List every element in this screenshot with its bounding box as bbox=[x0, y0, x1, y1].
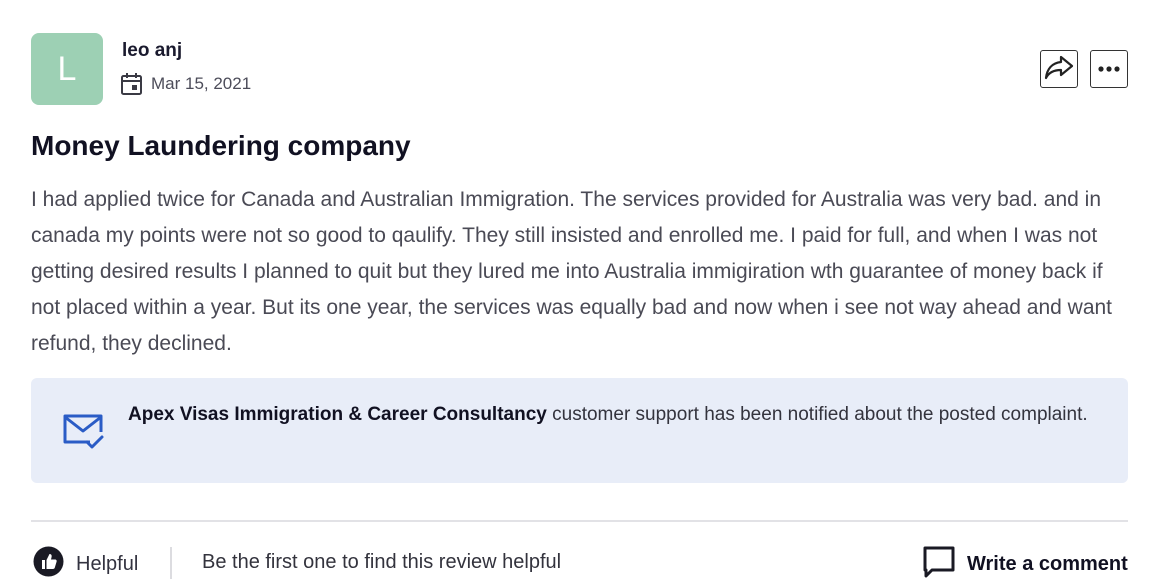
review-date: Mar 15, 2021 bbox=[120, 72, 251, 96]
footer-separator bbox=[170, 547, 172, 579]
notification-message: customer support has been notified about… bbox=[546, 404, 1088, 425]
date-text: Mar 15, 2021 bbox=[151, 74, 252, 93]
company-name[interactable]: Apex Visas Immigration & Career Consulta… bbox=[128, 404, 547, 425]
calendar-icon bbox=[120, 72, 143, 96]
avatar-initial: L bbox=[57, 49, 77, 88]
thumbs-up-icon bbox=[33, 546, 64, 582]
more-icon bbox=[1097, 60, 1121, 78]
notification-text: Apex Visas Immigration & Career Consulta… bbox=[128, 398, 1088, 431]
comment-label: Write a comment bbox=[967, 553, 1128, 575]
author-name[interactable]: leo anj bbox=[122, 40, 182, 62]
comment-icon bbox=[923, 546, 955, 583]
helpful-button[interactable]: Helpful bbox=[33, 546, 138, 582]
review-card: L leo anj Mar 15, 2021 Money Laundering … bbox=[0, 0, 1163, 587]
share-button[interactable] bbox=[1040, 50, 1078, 88]
notification-banner: Apex Visas Immigration & Career Consulta… bbox=[31, 378, 1128, 483]
write-comment-button[interactable]: Write a comment bbox=[923, 546, 1128, 583]
review-title: Money Laundering company bbox=[31, 130, 411, 161]
mail-check-icon bbox=[61, 412, 105, 457]
share-icon bbox=[1044, 54, 1074, 85]
more-options-button[interactable] bbox=[1090, 50, 1128, 88]
divider bbox=[31, 520, 1128, 522]
review-body: I had applied twice for Canada and Austr… bbox=[31, 188, 1113, 355]
avatar: L bbox=[31, 33, 103, 105]
helpful-hint: Be the first one to find this review hel… bbox=[202, 551, 562, 573]
helpful-label: Helpful bbox=[76, 552, 139, 575]
